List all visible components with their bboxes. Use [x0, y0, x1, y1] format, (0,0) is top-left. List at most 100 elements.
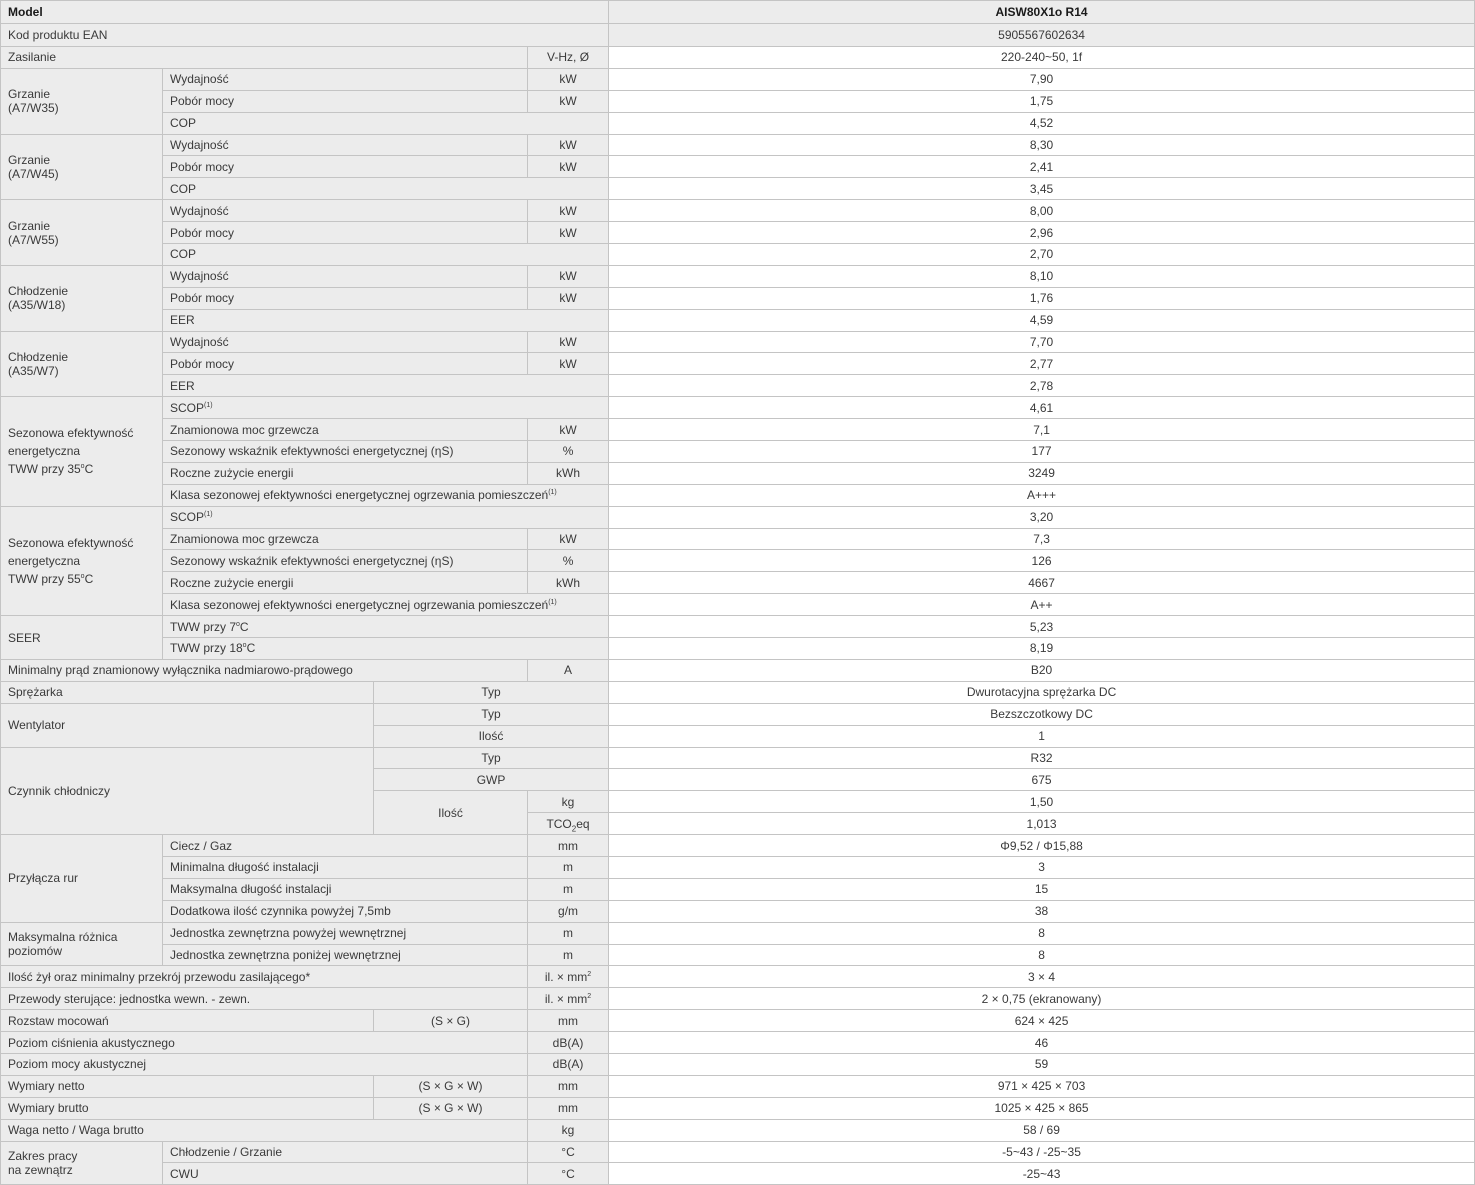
row-label: EER	[161, 308, 610, 332]
row-value: 4,52	[608, 111, 1475, 135]
row-unit: kW	[526, 199, 610, 223]
row-label: Chłodzenie / Grzanie	[162, 1140, 528, 1164]
table-row: Grzanie (A7/W45) Wydajność kW 8,30	[0, 133, 1475, 201]
row-sub: Typ	[372, 680, 610, 704]
row-unit: kW	[526, 418, 610, 442]
row-unit: kW	[526, 155, 610, 179]
table-row: Sezonowa efektywność energetyczna TWW przy…	[0, 396, 1475, 507]
row-value: 1,75	[608, 89, 1475, 113]
row-value: 177	[608, 440, 1475, 463]
row-label: Poziom ciśnienia akustycznego	[0, 1031, 528, 1054]
table-row: Grzanie (A7/W35) Wydajność kW 7,90	[0, 67, 1475, 135]
table-row: Przewody sterujące: jednostka wewn. - ze…	[0, 987, 1475, 1011]
table-row: COP 2,70	[1, 243, 1475, 266]
table-row: Waga netto / Waga brutto kg 58 / 69	[0, 1118, 1475, 1142]
row-value: 1,76	[608, 286, 1475, 310]
spec-table: Model AISW80X1o R14 Kod produktu EAN 590…	[0, 0, 1475, 1185]
table-row: Grzanie (A7/W55) Wydajność kW 8,00	[0, 199, 1475, 266]
row-value: -25~43	[608, 1162, 1475, 1185]
table-row: CWU °C -25~43	[1, 1162, 1475, 1185]
row-label: Maksymalna długość instalacji	[162, 877, 528, 901]
table-row: Roczne zużycie energii kWh 4667	[1, 571, 1475, 595]
row-unit: mm	[526, 1096, 610, 1120]
group-label: Grzanie (A7/W45)	[0, 133, 163, 201]
row-unit: V-Hz, Ø	[526, 46, 610, 69]
row-value: Φ9,52 / Φ15,88	[608, 834, 1475, 857]
model-value: AISW80X1o R14	[608, 0, 1475, 24]
table-row: Klasa sezonowej efektywności energetyczn…	[1, 593, 1475, 617]
row-unit: kW	[526, 330, 610, 354]
row-value: 3,45	[608, 177, 1475, 201]
table-row: Sezonowa efektywność energetyczna TWW przy…	[0, 505, 1475, 617]
table-row: Pobór mocy kW 2,77	[1, 352, 1475, 376]
row-unit: kW	[526, 264, 610, 288]
row-label: Przewody sterujące: jednostka wewn. - ze…	[0, 987, 528, 1011]
group-label: Sezonowa efektywność energetyczna TWW przy…	[0, 505, 163, 617]
row-sub: Ilość	[373, 790, 528, 836]
row-value: 8,00	[608, 199, 1475, 223]
row-label: Sezonowy wskaźnik efektywności energetyc…	[162, 549, 528, 573]
row-value: 2,70	[608, 243, 1475, 266]
row-sub: (S × G × W)	[373, 1096, 528, 1120]
row-value: 624 × 425	[608, 1009, 1475, 1033]
table-row: SEER TWW przy 7oC 5,23	[0, 615, 1475, 660]
row-value: 4667	[608, 571, 1475, 595]
row-unit: m	[526, 921, 610, 945]
table-row: Poziom ciśnienia akustycznego dB(A) 46	[0, 1031, 1475, 1054]
row-unit: °C	[526, 1162, 610, 1185]
row-unit: kWh	[526, 571, 610, 595]
group-label: Chłodzenie (A35/W7)	[0, 330, 163, 398]
table-row: Pobór mocy kW 2,96	[1, 221, 1475, 245]
row-label: Wymiary netto	[0, 1074, 374, 1098]
table-row: Znamionowa moc grzewcza kW 7,1	[1, 418, 1475, 442]
row-label: Rozstaw mocowań	[0, 1009, 374, 1033]
row-label: Sezonowy wskaźnik efektywności energetyc…	[162, 440, 528, 463]
row-value: 15	[608, 877, 1475, 901]
row-unit: mm	[526, 834, 610, 857]
table-row: Maksymalna różnica poziomów Jednostka zew…	[0, 921, 1475, 967]
row-label: Wydajność	[162, 67, 528, 91]
row-label: Klasa sezonowej efektywności energetyczn…	[161, 593, 610, 617]
row-sub: Typ	[372, 702, 610, 726]
row-label: EER	[161, 374, 610, 398]
row-value: 1025 × 425 × 865	[608, 1096, 1475, 1120]
row-label: Pobór mocy	[162, 352, 528, 376]
table-row: Przyłącza rur Ciecz / Gaz mm Φ9,52 / Φ15…	[0, 834, 1475, 923]
row-label: Minimalna długość instalacji	[162, 855, 528, 879]
row-label: Roczne zużycie energii	[162, 461, 528, 485]
row-unit: m	[526, 855, 610, 879]
row-value: 46	[608, 1031, 1475, 1054]
group-label: Wentylator	[0, 702, 374, 748]
group-label: Przyłącza rur	[0, 834, 163, 923]
table-row: Sezonowy wskaźnik efektywności energetyc…	[1, 440, 1475, 463]
row-unit: dB(A)	[526, 1052, 610, 1076]
table-row: Maksymalna długość instalacji m 15	[1, 877, 1475, 901]
row-label: COP	[161, 111, 610, 135]
table-row: Zasilanie V-Hz, Ø 220-240~50, 1f	[0, 46, 1475, 69]
row-unit: mm	[526, 1009, 610, 1033]
table-row: Model AISW80X1o R14	[0, 0, 1475, 24]
row-unit: A	[526, 658, 610, 682]
row-value: 8,10	[608, 264, 1475, 288]
row-label: Jednostka zewnętrzna poniżej wewnętrznej	[162, 943, 528, 967]
table-row: Pobór mocy kW 2,41	[1, 155, 1475, 179]
table-row: Roczne zużycie energii kWh 3249	[1, 461, 1475, 485]
row-value: 38	[608, 899, 1475, 923]
row-label: Ciecz / Gaz	[162, 834, 528, 857]
row-value: 8	[608, 921, 1475, 945]
table-row: EER 2,78	[1, 374, 1475, 398]
table-row: EER 4,59	[1, 308, 1475, 332]
row-value: R32	[608, 746, 1475, 770]
row-label: TWW przy 18oC	[161, 637, 610, 660]
row-label: CWU	[162, 1162, 528, 1185]
row-value: 7,90	[608, 67, 1475, 91]
row-value: 2,78	[608, 374, 1475, 398]
row-label: Poziom mocy akustycznej	[0, 1052, 528, 1076]
row-value: 8,19	[608, 637, 1475, 660]
row-unit: g/m	[526, 899, 610, 923]
row-value: 220-240~50, 1f	[608, 46, 1475, 69]
row-unit: kg	[526, 1118, 610, 1142]
table-row: Wymiary netto (S × G × W) mm 971 × 425 ×…	[0, 1074, 1475, 1098]
row-sub: (S × G)	[373, 1009, 528, 1033]
table-row: Pobór mocy kW 1,75	[1, 89, 1475, 113]
